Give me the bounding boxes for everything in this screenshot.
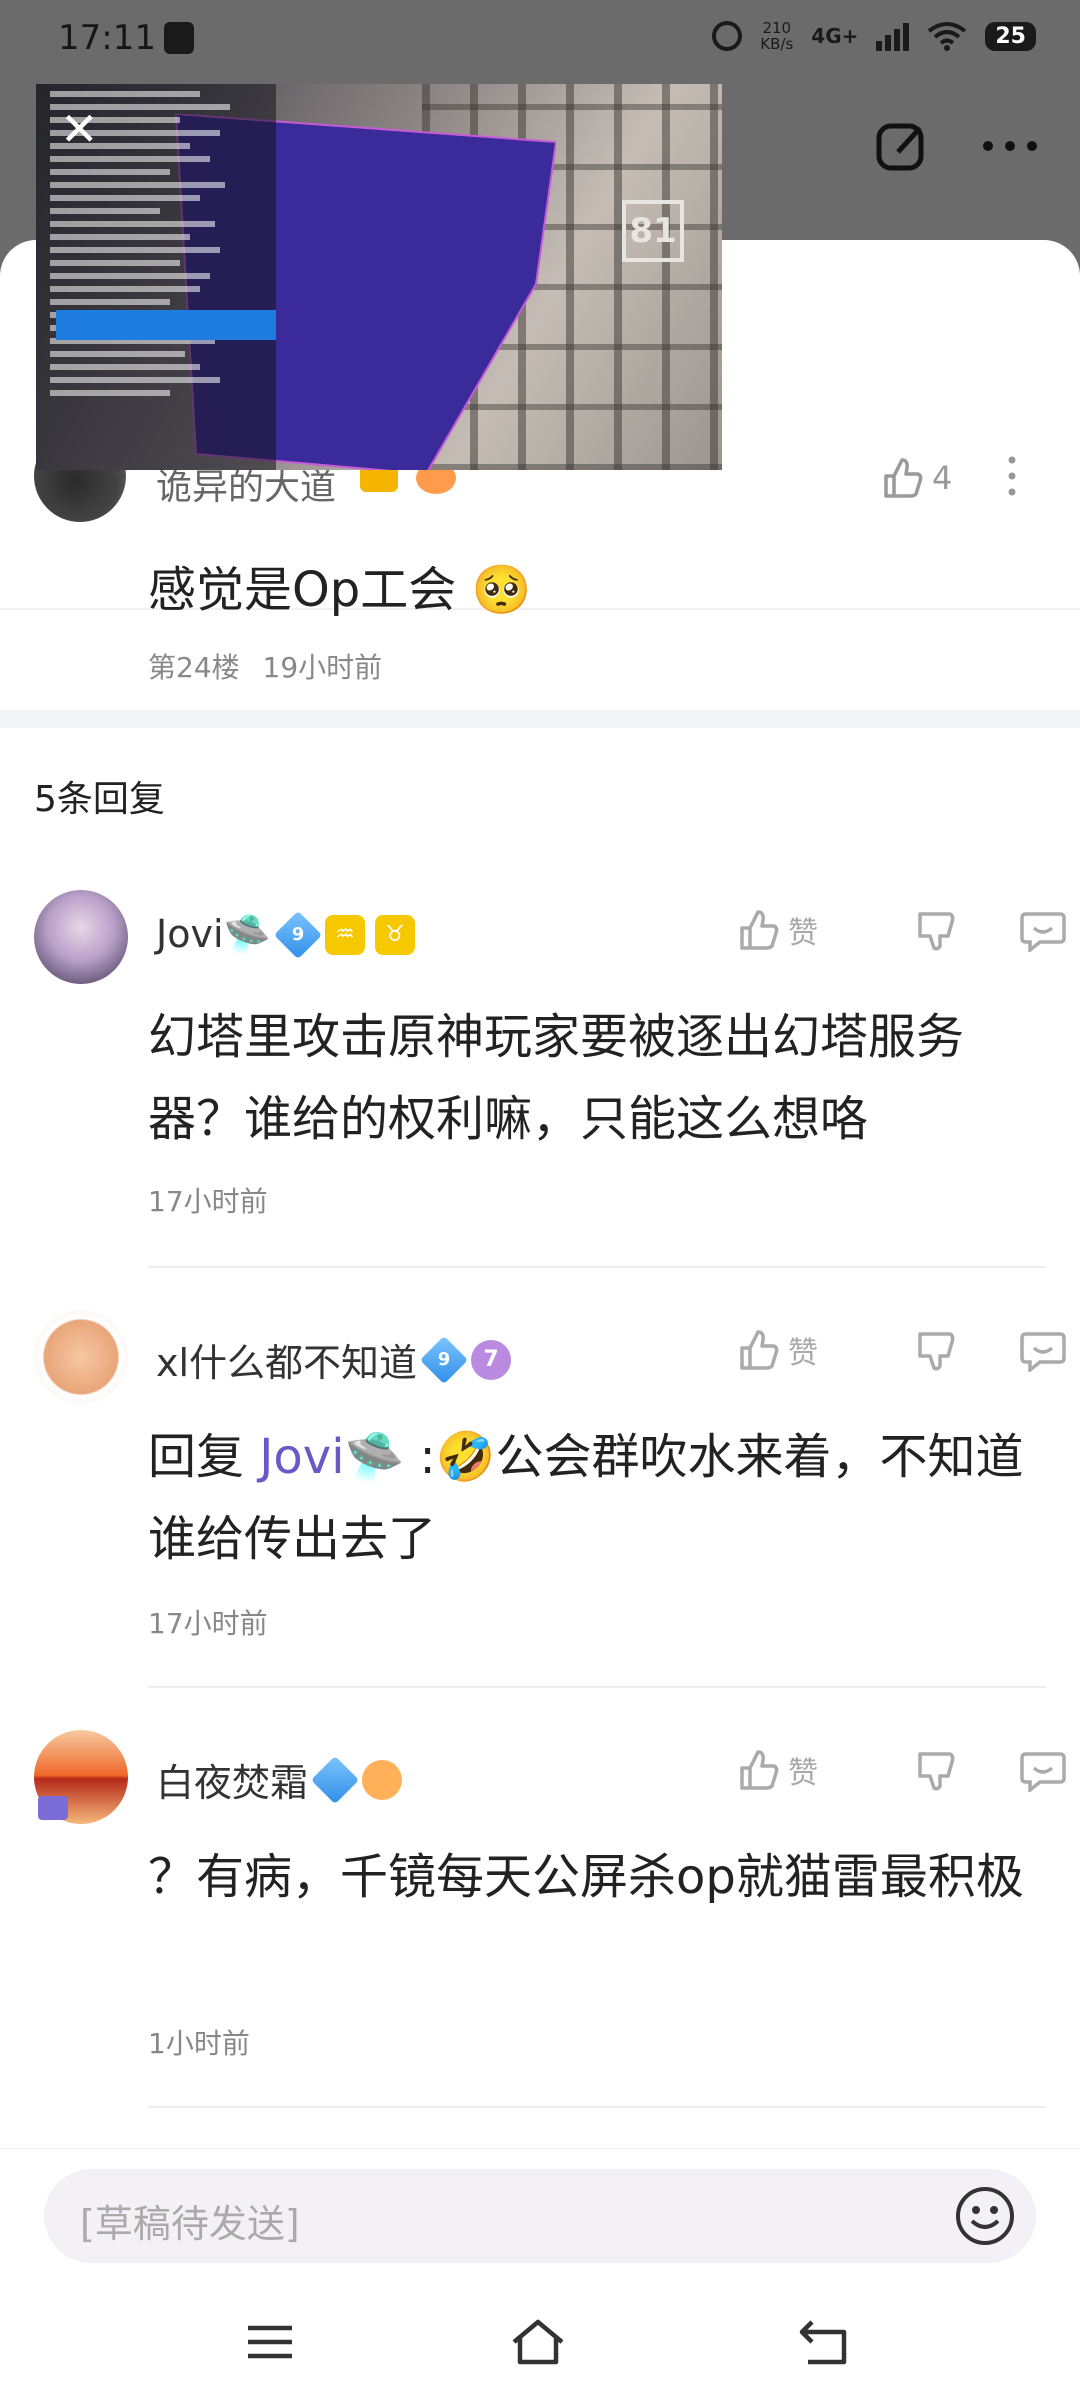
author-row: xl什么都不知道 9 7 <box>156 1332 512 1387</box>
reply-divider <box>148 1266 1046 1268</box>
author-name[interactable]: Jovi🛸 <box>156 912 271 957</box>
comment-button[interactable] <box>1020 1328 1066 1372</box>
thumbs-down-icon <box>918 1332 955 1371</box>
status-indicators: 210 KB/s 4G+ 25 <box>712 20 1036 52</box>
app-notification-icon <box>164 22 194 54</box>
reply-text: 回复 Jovi🛸 :🤣公会群吹水来着，不知道谁给传出去了 <box>148 1416 1048 1580</box>
dislike-button[interactable] <box>916 1328 960 1372</box>
wifi-icon <box>928 22 967 51</box>
comment-meta: 第24楼 19小时前 <box>148 646 382 686</box>
reply-text: 幻塔里攻击原神玩家要被逐出幻塔服务器？谁给的权利嘛，只能这么想咯 <box>148 1009 965 1147</box>
reply-input[interactable]: [草稿待发送] <box>44 2169 1036 2263</box>
level-badge: 9 <box>420 1335 469 1384</box>
author-row: Jovi🛸 9 ♒ ♉ <box>156 910 415 959</box>
thumbs-up-icon <box>740 1330 779 1370</box>
battery-indicator: 25 <box>985 21 1036 51</box>
reply-divider <box>148 2106 1046 2108</box>
like-button[interactable]: 4 <box>880 456 952 500</box>
net-speed: 210 KB/s <box>760 20 793 52</box>
status-bar: 17:11 210 KB/s 4G+ 25 <box>0 0 1080 84</box>
dislike-button[interactable] <box>916 1748 960 1792</box>
reply-time: 17小时前 <box>148 1607 268 1640</box>
taurus-badge: ♉ <box>374 914 415 955</box>
level-badge <box>310 1755 360 1804</box>
fan-badge <box>362 1759 403 1800</box>
reply-text: ？有病，千镜每天公屏杀op就猫雷最积极 <box>148 1849 1024 1905</box>
comment-bubble-icon <box>1020 1332 1066 1372</box>
network-type: 4G+ <box>811 24 859 48</box>
like-button[interactable]: 赞 <box>736 908 876 952</box>
reply-prefix: 回复 <box>148 1429 260 1485</box>
reply-actions: 赞 <box>736 908 1066 952</box>
video-sign: 81 <box>622 200 684 262</box>
author-name[interactable]: xl什么都不知道 <box>156 1332 417 1387</box>
home-icon[interactable] <box>510 2316 566 2368</box>
author-name[interactable]: 白夜焚霜 <box>156 1752 308 1807</box>
like-count: 4 <box>932 459 953 497</box>
reply-count: 5条回复 <box>34 779 165 820</box>
edit-icon[interactable] <box>874 118 930 174</box>
reply-divider <box>148 1686 1046 1688</box>
thumbs-up-icon <box>740 1750 779 1790</box>
like-button[interactable]: 赞 <box>736 1328 876 1372</box>
alarm-icon <box>712 21 743 51</box>
page-actions <box>874 118 1040 174</box>
section-divider <box>0 710 1080 728</box>
fan-badge: 7 <box>471 1339 512 1380</box>
level-number: 9 <box>437 1348 451 1370</box>
status-time: 17:11 <box>58 18 156 58</box>
author-row: 白夜焚霜 <box>156 1752 403 1807</box>
reply-actions: 赞 <box>736 1328 1066 1372</box>
level-badge: 9 <box>273 910 322 959</box>
like-label: 赞 <box>788 916 818 951</box>
aquarius-badge: ♒ <box>324 914 365 955</box>
comment-bubble-icon <box>1020 1752 1066 1792</box>
menu-icon[interactable] <box>242 2316 298 2368</box>
mention-link[interactable]: Jovi🛸 <box>259 1429 404 1485</box>
emoji-icon[interactable] <box>954 2185 1016 2247</box>
signal-icon <box>876 21 910 51</box>
comment-button[interactable] <box>1020 1748 1066 1792</box>
reply-input-placeholder: [草稿待发送] <box>80 2202 300 2246</box>
level-number: 9 <box>291 923 305 945</box>
live-badge-icon <box>38 1796 68 1820</box>
avatar[interactable] <box>34 890 128 984</box>
like-label: 赞 <box>788 1756 818 1791</box>
dislike-button[interactable] <box>916 908 960 952</box>
reply-time: 1小时前 <box>148 2027 250 2060</box>
thumbs-down-icon <box>918 912 955 951</box>
comment-button[interactable] <box>1020 908 1066 952</box>
more-icon[interactable] <box>1000 454 1024 498</box>
reply-input-bar: [草稿待发送] <box>0 2148 1080 2276</box>
floating-video-player[interactable]: 81 ✕ <box>36 84 722 470</box>
thumbs-down-icon <box>918 1752 955 1791</box>
like-label: 赞 <box>788 1336 818 1371</box>
avatar[interactable] <box>34 1310 128 1404</box>
back-icon[interactable] <box>796 2316 852 2368</box>
comment-text: 感觉是Op工会 🥺 <box>148 562 532 618</box>
comment-time: 19小时前 <box>262 651 383 684</box>
more-options-icon[interactable] <box>980 136 1040 156</box>
reply-actions: 赞 <box>736 1748 1066 1792</box>
reply-time: 17小时前 <box>148 1185 268 1218</box>
like-button[interactable]: 赞 <box>736 1748 876 1792</box>
close-video-icon[interactable]: ✕ <box>60 106 99 152</box>
thumbs-up-icon <box>740 910 779 950</box>
net-speed-unit: KB/s <box>760 35 794 53</box>
comment-bubble-icon <box>1020 912 1066 952</box>
floor-number: 第24楼 <box>148 651 240 684</box>
system-nav-bar <box>0 2276 1080 2408</box>
thumbs-up-icon <box>884 458 923 498</box>
